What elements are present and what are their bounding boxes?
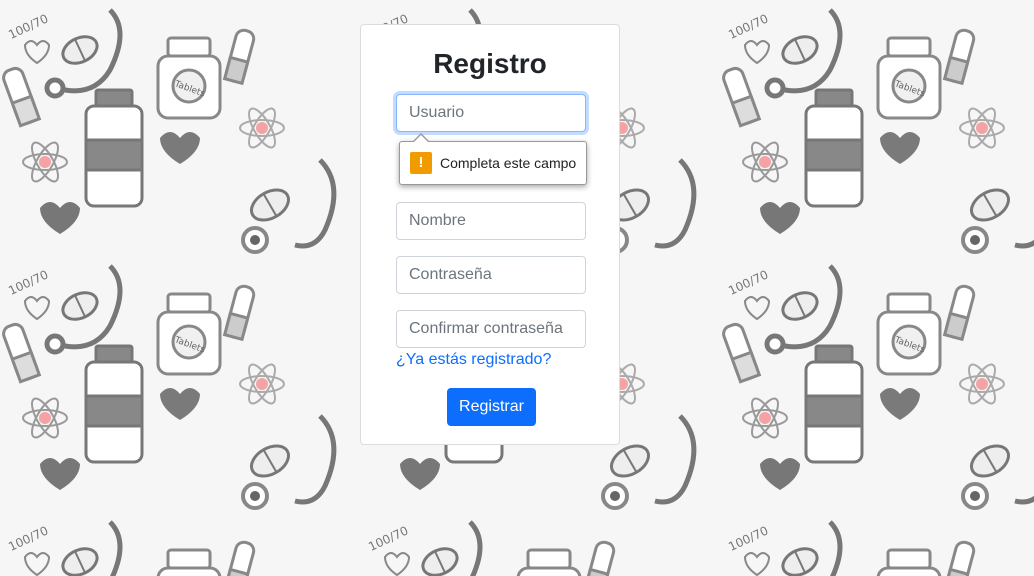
nombre-input[interactable]	[396, 202, 586, 240]
warning-icon: !	[410, 152, 432, 174]
usuario-input[interactable]	[396, 94, 586, 132]
validation-tooltip: ! Completa este campo	[399, 133, 588, 185]
page-title: Registro	[433, 48, 547, 79]
confirm-password-input[interactable]	[396, 310, 586, 348]
validation-message: Completa este campo	[440, 155, 577, 171]
login-link[interactable]: ¿Ya estás registrado?	[396, 351, 551, 369]
password-input[interactable]	[396, 256, 586, 294]
register-button[interactable]: Registrar	[447, 388, 536, 426]
registration-card: Registro ! Completa este campo ¿Ya estás…	[360, 24, 620, 445]
